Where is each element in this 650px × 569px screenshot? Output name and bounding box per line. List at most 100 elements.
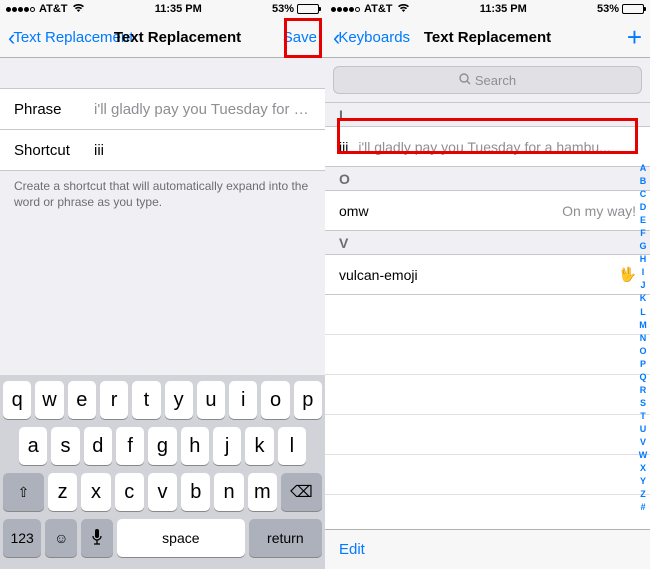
- index-letter[interactable]: E: [640, 214, 646, 227]
- key-numbers[interactable]: 123: [3, 519, 41, 557]
- index-letter[interactable]: S: [640, 397, 646, 410]
- key-mic[interactable]: [81, 519, 113, 557]
- list-item-vulcan[interactable]: vulcan-emoji 🖖: [325, 255, 650, 295]
- section-header-i: I: [325, 103, 650, 127]
- index-letter[interactable]: A: [640, 162, 647, 175]
- key-i[interactable]: i: [229, 381, 257, 419]
- index-letter[interactable]: C: [640, 188, 647, 201]
- toolbar: Edit: [325, 529, 650, 569]
- index-letter[interactable]: T: [640, 410, 646, 423]
- index-letter[interactable]: W: [639, 449, 648, 462]
- phrase-text: On my way!: [379, 203, 636, 219]
- status-bar: AT&T 11:35 PM 53%: [325, 0, 650, 18]
- key-v[interactable]: v: [148, 473, 177, 511]
- key-m[interactable]: m: [248, 473, 277, 511]
- search-input[interactable]: Search: [333, 66, 642, 94]
- plus-icon: +: [627, 22, 642, 52]
- key-g[interactable]: g: [148, 427, 176, 465]
- index-letter[interactable]: D: [640, 201, 647, 214]
- search-placeholder: Search: [475, 73, 516, 88]
- index-letter[interactable]: Q: [639, 371, 646, 384]
- index-letter[interactable]: O: [639, 345, 646, 358]
- index-letter[interactable]: U: [640, 423, 647, 436]
- key-z[interactable]: z: [48, 473, 77, 511]
- battery-pct: 53%: [597, 3, 619, 15]
- index-letter[interactable]: H: [640, 253, 647, 266]
- key-b[interactable]: b: [181, 473, 210, 511]
- add-button[interactable]: +: [627, 22, 642, 53]
- clock: 11:35 PM: [155, 3, 202, 15]
- index-bar[interactable]: ABCDEFGHIJKLMNOPQRSTUVWXYZ#: [637, 162, 649, 514]
- key-emoji[interactable]: ☺: [45, 519, 77, 557]
- index-letter[interactable]: M: [639, 319, 647, 332]
- empty-row: [325, 335, 650, 375]
- edit-button[interactable]: Edit: [339, 541, 365, 558]
- key-shift[interactable]: ⇧: [3, 473, 44, 511]
- nav-bar: ‹ Keyboards Text Replacement +: [325, 18, 650, 58]
- index-letter[interactable]: X: [640, 462, 646, 475]
- key-d[interactable]: d: [84, 427, 112, 465]
- key-x[interactable]: x: [81, 473, 110, 511]
- wifi-icon: [397, 3, 410, 16]
- index-letter[interactable]: K: [640, 292, 647, 305]
- index-letter[interactable]: R: [640, 384, 647, 397]
- key-y[interactable]: y: [165, 381, 193, 419]
- empty-row: [325, 375, 650, 415]
- back-button[interactable]: ‹ Keyboards: [333, 27, 410, 49]
- key-j[interactable]: j: [213, 427, 241, 465]
- index-letter[interactable]: F: [640, 227, 646, 240]
- index-letter[interactable]: V: [640, 436, 646, 449]
- empty-row: [325, 455, 650, 495]
- carrier-label: AT&T: [39, 3, 68, 15]
- shortcut-text: iii: [339, 139, 348, 155]
- phrase-value: i'll gladly pay you Tuesday for a ham...: [94, 101, 311, 118]
- index-letter[interactable]: B: [640, 175, 647, 188]
- phrase-row[interactable]: Phrase i'll gladly pay you Tuesday for a…: [0, 88, 325, 130]
- key-backspace[interactable]: ⌫: [281, 473, 322, 511]
- key-w[interactable]: w: [35, 381, 63, 419]
- section-header-v: V: [325, 231, 650, 255]
- shortcut-row[interactable]: Shortcut iii: [0, 129, 325, 171]
- back-button[interactable]: ‹ Text Replacement: [8, 27, 133, 49]
- key-o[interactable]: o: [261, 381, 289, 419]
- key-l[interactable]: l: [278, 427, 306, 465]
- list-item-omw[interactable]: omw On my way!: [325, 191, 650, 231]
- key-c[interactable]: c: [115, 473, 144, 511]
- index-letter[interactable]: I: [642, 266, 645, 279]
- screen-add-replacement: AT&T 11:35 PM 53% ‹ Text Replacement Tex…: [0, 0, 325, 569]
- battery-icon: [622, 4, 644, 14]
- back-label: Keyboards: [338, 29, 410, 46]
- key-t[interactable]: t: [132, 381, 160, 419]
- battery-icon: [297, 4, 319, 14]
- key-e[interactable]: e: [68, 381, 96, 419]
- screen-replacement-list: AT&T 11:35 PM 53% ‹ Keyboards Text Repla…: [325, 0, 650, 569]
- keyboard[interactable]: q w e r t y u i o p a s d f g h j k l ⇧ …: [0, 375, 325, 569]
- index-letter[interactable]: Z: [640, 488, 646, 501]
- mic-icon: [91, 528, 103, 549]
- section-header-o: O: [325, 167, 650, 191]
- index-letter[interactable]: P: [640, 358, 646, 371]
- phrase-label: Phrase: [14, 101, 94, 118]
- key-return[interactable]: return: [249, 519, 322, 557]
- index-letter[interactable]: J: [640, 279, 645, 292]
- index-letter[interactable]: G: [639, 240, 646, 253]
- key-q[interactable]: q: [3, 381, 31, 419]
- index-letter[interactable]: N: [640, 332, 647, 345]
- key-p[interactable]: p: [294, 381, 322, 419]
- index-letter[interactable]: #: [640, 501, 645, 514]
- index-letter[interactable]: L: [640, 306, 646, 319]
- key-r[interactable]: r: [100, 381, 128, 419]
- key-space[interactable]: space: [117, 519, 245, 557]
- key-n[interactable]: n: [214, 473, 243, 511]
- empty-row: [325, 415, 650, 455]
- list-item-iii[interactable]: iii i'll gladly pay you Tuesday for a ha…: [325, 127, 650, 167]
- save-button[interactable]: Save: [283, 29, 317, 46]
- key-k[interactable]: k: [245, 427, 273, 465]
- index-letter[interactable]: Y: [640, 475, 646, 488]
- key-a[interactable]: a: [19, 427, 47, 465]
- key-s[interactable]: s: [51, 427, 79, 465]
- key-h[interactable]: h: [181, 427, 209, 465]
- key-u[interactable]: u: [197, 381, 225, 419]
- key-f[interactable]: f: [116, 427, 144, 465]
- battery-pct: 53%: [272, 3, 294, 15]
